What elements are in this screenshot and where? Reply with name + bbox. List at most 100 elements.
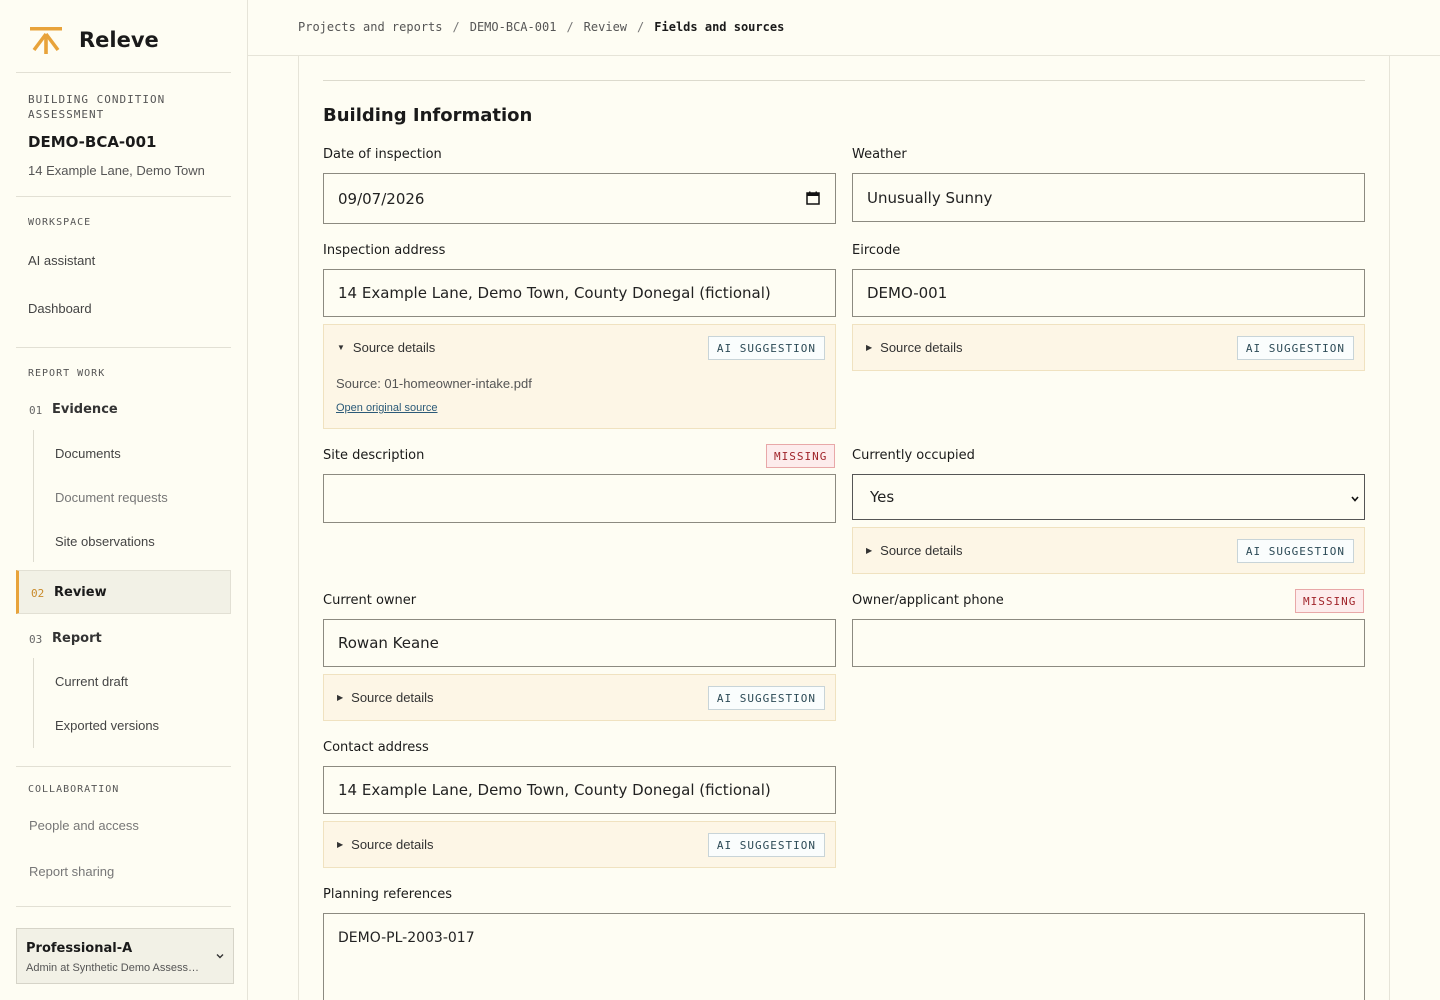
source-details-toggle[interactable]: ▼ Source details: [337, 340, 435, 355]
date-value: 09/07/2026: [338, 189, 425, 208]
chevron-down-icon: [216, 954, 224, 959]
owner-phone-label: Owner/applicant phone: [852, 593, 1004, 608]
review-number: 02: [31, 587, 45, 600]
tree-line: [33, 658, 34, 748]
inspection-address-value: 14 Example Lane, Demo Town, County Doneg…: [338, 284, 771, 302]
source-details-label: Source details: [880, 340, 963, 355]
source-details-toggle[interactable]: ▶ Source details: [337, 837, 434, 852]
currently-occupied-value: Yes: [870, 488, 895, 506]
nav-review-active[interactable]: [16, 570, 231, 614]
crumb-separator: /: [452, 20, 460, 34]
source-details-toggle[interactable]: ▶ Source details: [866, 340, 963, 355]
current-owner-label: Current owner: [323, 593, 417, 608]
contact-address-label: Contact address: [323, 740, 429, 755]
divider: [323, 80, 1365, 81]
planning-references-value: DEMO-PL-2003-017: [338, 930, 475, 946]
sidebar: Releve BUILDING CONDITION ASSESSMENT DEM…: [0, 0, 248, 1000]
current-owner-value: Rowan Keane: [338, 634, 439, 652]
chevron-down-icon: [1351, 496, 1359, 502]
missing-badge: MISSING: [766, 444, 836, 468]
source-details-eircode: ▶ Source details AI SUGGESTION: [852, 324, 1365, 371]
triangle-right-icon: ▶: [866, 546, 873, 555]
user-menu[interactable]: Professional-A Admin at Synthetic Demo A…: [16, 928, 234, 984]
source-details-label: Source details: [351, 837, 434, 852]
tree-line: [33, 430, 34, 562]
open-original-source-link[interactable]: Open original source: [336, 402, 438, 414]
nav-site-observations[interactable]: Site observations: [55, 534, 155, 549]
source-details-occupied: ▶ Source details AI SUGGESTION: [852, 527, 1365, 574]
planning-references-textarea[interactable]: DEMO-PL-2003-017: [323, 913, 1365, 1000]
ai-suggestion-badge: AI SUGGESTION: [707, 686, 825, 710]
crumb-projects[interactable]: Projects and reports: [298, 20, 443, 34]
site-description-label: Site description: [323, 448, 425, 463]
project-address: 14 Example Lane, Demo Town: [28, 163, 205, 178]
crumb-separator: /: [566, 20, 574, 34]
triangle-right-icon: ▶: [337, 693, 344, 702]
top-bar: Projects and reports / DEMO-BCA-001 / Re…: [248, 0, 1440, 56]
collaboration-heading: COLLABORATION: [28, 784, 120, 795]
nav-exported-versions[interactable]: Exported versions: [55, 718, 159, 733]
nav-review[interactable]: Review: [54, 585, 107, 600]
project-kind: BUILDING CONDITION ASSESSMENT: [28, 93, 166, 121]
triangle-right-icon: ▶: [337, 840, 344, 849]
date-label: Date of inspection: [323, 147, 442, 162]
evidence-number: 01: [29, 404, 43, 417]
calendar-icon[interactable]: [806, 191, 820, 205]
source-details-label: Source details: [352, 340, 436, 355]
nav-documents[interactable]: Documents: [55, 446, 121, 461]
report-number: 03: [29, 633, 43, 646]
nav-report-sharing[interactable]: Report sharing: [29, 864, 114, 879]
section-title: Building Information: [323, 105, 533, 126]
ai-suggestion-badge: AI SUGGESTION: [1236, 336, 1354, 360]
planning-references-label: Planning references: [323, 887, 452, 902]
crumb-review[interactable]: Review: [584, 20, 627, 34]
project-id: DEMO-BCA-001: [28, 133, 157, 151]
eircode-input[interactable]: DEMO-001: [852, 269, 1365, 317]
current-owner-input[interactable]: Rowan Keane: [323, 619, 836, 667]
eircode-label: Eircode: [852, 243, 901, 258]
crumb-project[interactable]: DEMO-BCA-001: [470, 20, 557, 34]
crumb-current: Fields and sources: [654, 20, 785, 34]
app-name: Releve: [79, 28, 159, 52]
source-details-toggle[interactable]: ▶ Source details: [337, 690, 434, 705]
triangle-right-icon: ▶: [866, 343, 873, 352]
crumb-separator: /: [637, 20, 645, 34]
nav-evidence[interactable]: Evidence: [52, 402, 118, 417]
weather-input[interactable]: Unusually Sunny: [852, 173, 1365, 222]
breadcrumb: Projects and reports / DEMO-BCA-001 / Re…: [298, 20, 784, 34]
owner-phone-input[interactable]: [852, 619, 1365, 667]
divider: [16, 72, 231, 73]
user-role: Admin at Synthetic Demo Assessments: [26, 962, 206, 974]
app-logo[interactable]: Releve: [28, 22, 159, 58]
ai-suggestion-badge: AI SUGGESTION: [707, 833, 825, 857]
source-details-owner: ▶ Source details AI SUGGESTION: [323, 674, 836, 721]
inspection-address-label: Inspection address: [323, 243, 446, 258]
source-details-toggle[interactable]: ▶ Source details: [866, 543, 963, 558]
source-details-contact: ▶ Source details AI SUGGESTION: [323, 821, 836, 868]
nav-report[interactable]: Report: [52, 631, 102, 646]
nav-document-requests[interactable]: Document requests: [55, 490, 168, 505]
nav-current-draft[interactable]: Current draft: [55, 674, 128, 689]
nav-ai-assistant[interactable]: AI assistant: [28, 253, 95, 268]
missing-badge: MISSING: [1295, 589, 1365, 613]
ai-suggestion-badge: AI SUGGESTION: [1236, 539, 1354, 563]
source-filename: Source: 01-homeowner-intake.pdf: [336, 376, 532, 391]
weather-value: Unusually Sunny: [867, 188, 993, 207]
workspace-heading: WORKSPACE: [28, 217, 92, 228]
triangle-down-icon: ▼: [337, 343, 345, 352]
inspection-address-input[interactable]: 14 Example Lane, Demo Town, County Doneg…: [323, 269, 836, 317]
currently-occupied-label: Currently occupied: [852, 448, 975, 463]
site-description-input[interactable]: [323, 474, 836, 523]
weather-label: Weather: [852, 147, 907, 162]
eircode-value: DEMO-001: [867, 284, 948, 302]
currently-occupied-select[interactable]: Yes: [852, 474, 1365, 520]
nav-people-and-access[interactable]: People and access: [29, 818, 139, 833]
source-details-label: Source details: [351, 690, 434, 705]
contact-address-input[interactable]: 14 Example Lane, Demo Town, County Doneg…: [323, 766, 836, 814]
divider: [16, 347, 231, 348]
source-details-inspection-address: ▼ Source details AI SUGGESTION Source: 0…: [323, 324, 836, 429]
divider: [16, 906, 231, 907]
nav-dashboard[interactable]: Dashboard: [28, 301, 92, 316]
date-input[interactable]: 09/07/2026: [323, 173, 836, 224]
divider: [16, 196, 231, 197]
